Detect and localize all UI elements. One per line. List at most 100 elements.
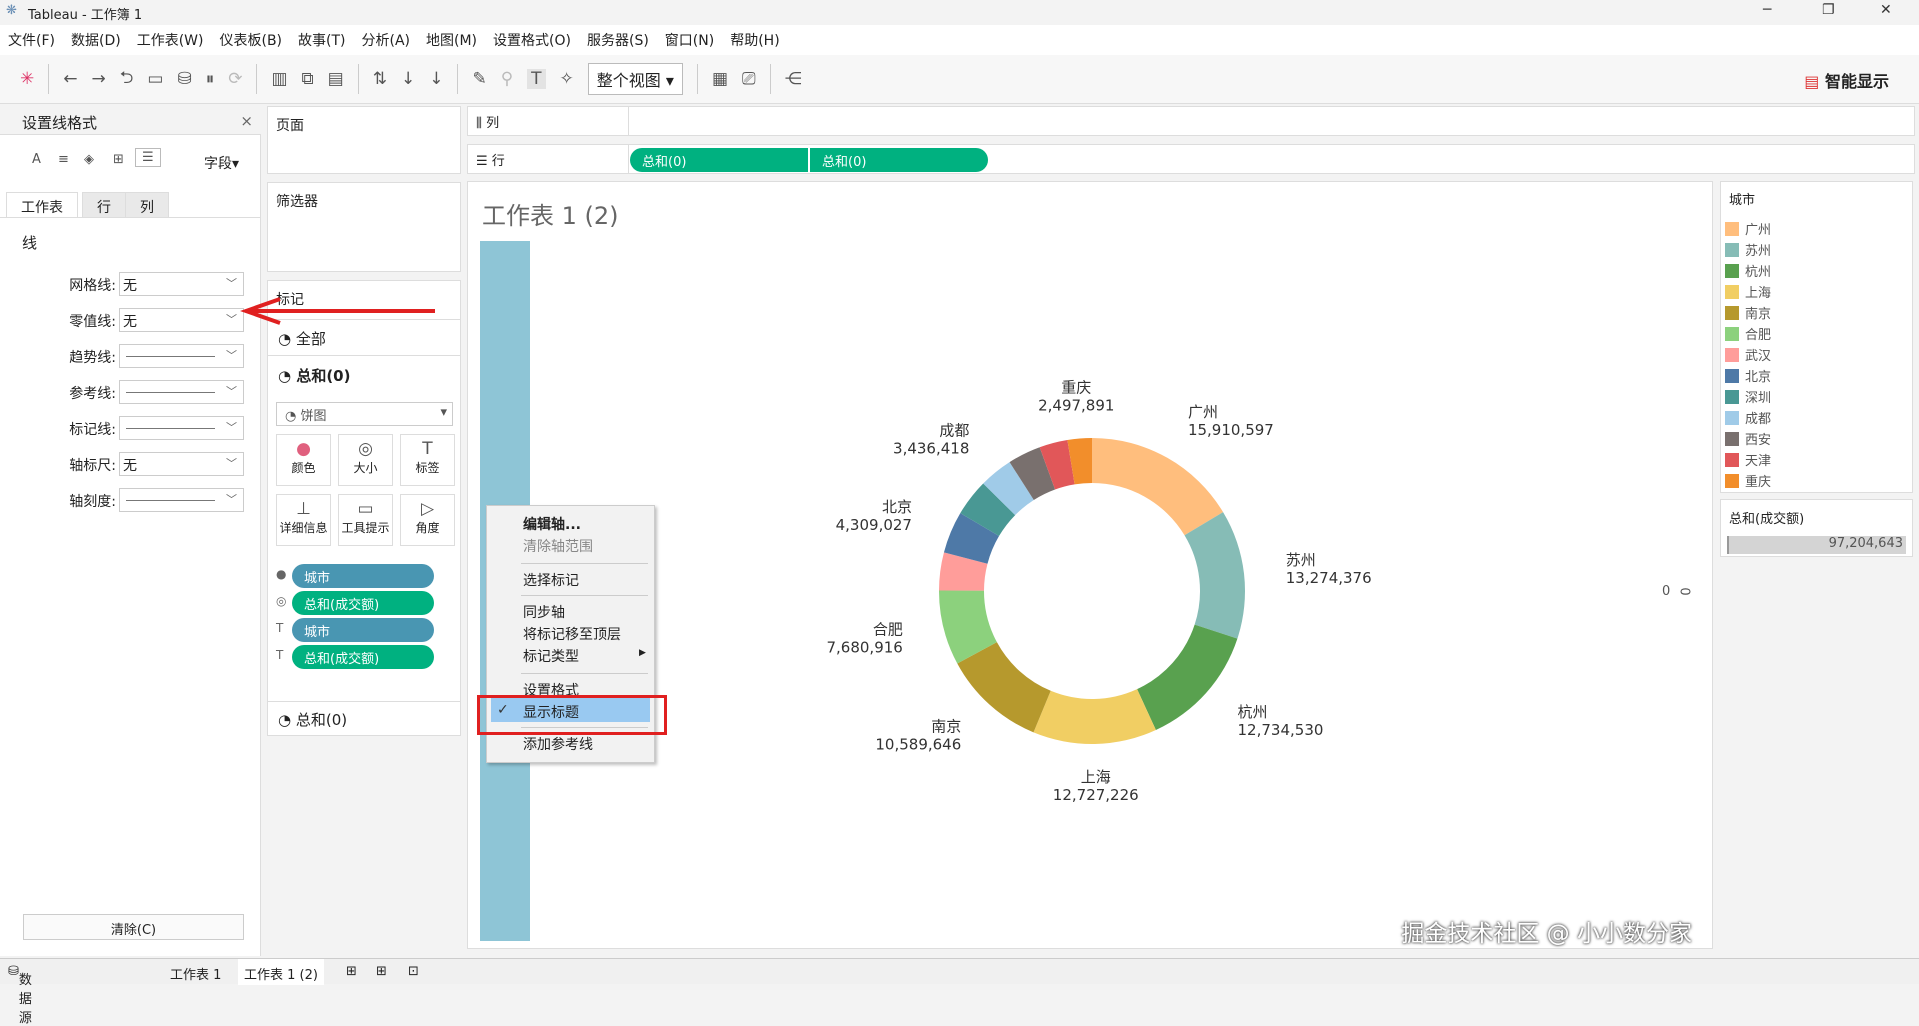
refresh-icon[interactable]: ⟳: [228, 69, 242, 89]
mark-pill[interactable]: 城市: [292, 564, 434, 588]
new-dashboard-icon[interactable]: ⊞: [376, 964, 387, 979]
legend-item[interactable]: 合肥: [1725, 324, 1771, 343]
drop-lines-dropdown[interactable]: ﹀: [119, 416, 244, 440]
pin-icon[interactable]: ✧: [560, 69, 574, 89]
marks-sum0-second[interactable]: ◔ 总和(0): [268, 701, 460, 735]
show-cards-icon[interactable]: ▦: [712, 69, 728, 89]
fit-select[interactable]: 整个视图 ▾: [587, 63, 683, 95]
format-lines-icon[interactable]: ☰: [135, 148, 161, 167]
legend-item[interactable]: 上海: [1725, 282, 1771, 301]
close-button[interactable]: ✕: [1880, 2, 1892, 18]
clear-sheet-icon[interactable]: ▤: [328, 69, 344, 89]
filters-shelf[interactable]: 筛选器: [267, 182, 461, 272]
menu-worksheet[interactable]: 工作表(W): [129, 30, 212, 50]
menu-map[interactable]: 地图(M): [418, 30, 485, 50]
pause-icon[interactable]: ⏸: [206, 69, 215, 89]
angle-button[interactable]: ▷ 角度: [400, 494, 455, 546]
redo-icon[interactable]: →: [92, 69, 106, 89]
menu-analysis[interactable]: 分析(A): [354, 30, 419, 50]
menu-item-edit-axis[interactable]: 编辑轴...: [523, 514, 581, 534]
menu-data[interactable]: 数据(D): [63, 30, 129, 50]
detail-button[interactable]: ⊥ 详细信息: [276, 494, 331, 546]
gridlines-dropdown[interactable]: 无 ﹀: [119, 272, 244, 296]
menu-item-move-marks-to-front[interactable]: 将标记移至顶层: [523, 624, 621, 644]
menu-item-select-marks[interactable]: 选择标记: [523, 570, 579, 590]
legend-item[interactable]: 南京: [1725, 303, 1771, 322]
sort-desc-icon[interactable]: ↓: [429, 69, 443, 89]
highlight-icon[interactable]: ✎: [472, 69, 486, 89]
size-button[interactable]: ◎ 大小: [338, 434, 393, 486]
menu-help[interactable]: 帮助(H): [722, 30, 787, 50]
menu-item-clear-axis-range[interactable]: 清除轴范围: [523, 536, 593, 556]
sheet-tab-2[interactable]: 工作表 1 (2): [238, 959, 324, 985]
tableau-home-icon[interactable]: ✳: [20, 69, 34, 89]
close-panel-button[interactable]: ×: [240, 112, 253, 130]
pages-shelf[interactable]: 页面: [267, 106, 461, 174]
tooltip-button[interactable]: ▭ 工具提示: [338, 494, 393, 546]
donut-slice[interactable]: [1137, 624, 1238, 731]
marks-sum0[interactable]: ◔ 总和(0): [268, 355, 460, 393]
menu-story[interactable]: 故事(T): [290, 30, 353, 50]
format-borders-icon[interactable]: ⊞: [113, 152, 124, 167]
row-pill[interactable]: 总和(0): [810, 148, 988, 172]
axis-ticks-dropdown[interactable]: ﹀: [119, 488, 244, 512]
legend-item[interactable]: 广州: [1725, 219, 1771, 238]
menu-file[interactable]: 文件(F): [0, 30, 63, 50]
group-icon[interactable]: ⚲: [501, 69, 513, 89]
menu-server[interactable]: 服务器(S): [579, 30, 657, 50]
legend-item[interactable]: 杭州: [1725, 261, 1771, 280]
clear-button[interactable]: 清除(C): [23, 914, 244, 940]
legend-item[interactable]: 苏州: [1725, 240, 1771, 259]
color-button[interactable]: ● 颜色: [276, 434, 331, 486]
axis-rulers-dropdown[interactable]: 无 ﹀: [119, 452, 244, 476]
save-icon[interactable]: ▭: [147, 69, 163, 89]
menu-dashboard[interactable]: 仪表板(B): [211, 30, 290, 50]
presentation-icon[interactable]: ⎚: [742, 69, 756, 89]
row-pill[interactable]: 总和(0): [630, 148, 808, 172]
rows-shelf[interactable]: ☰ 行 总和(0) 总和(0): [467, 144, 1915, 174]
menu-item-synchronize-axis[interactable]: 同步轴: [523, 602, 565, 622]
donut-slice[interactable]: [1033, 689, 1156, 744]
new-worksheet-icon[interactable]: ⊞: [346, 964, 357, 979]
legend-item[interactable]: 北京: [1725, 366, 1771, 385]
share-icon[interactable]: ⋲: [785, 69, 802, 89]
fields-dropdown[interactable]: 字段▾: [204, 153, 239, 173]
reference-lines-dropdown[interactable]: ﹀: [119, 380, 244, 404]
sheet-tab-1[interactable]: 工作表 1: [170, 964, 221, 983]
format-shading-icon[interactable]: ◈: [84, 152, 94, 167]
menu-item-add-reference-line[interactable]: 添加参考线: [523, 734, 593, 754]
legend-item[interactable]: 重庆: [1725, 471, 1771, 490]
legend-item[interactable]: 深圳: [1725, 387, 1771, 406]
columns-shelf[interactable]: ⫼ 列: [467, 106, 1915, 136]
donut-slice[interactable]: [1184, 512, 1245, 639]
swap-icon[interactable]: ⇅: [373, 69, 387, 89]
minimize-button[interactable]: ─: [1763, 2, 1771, 18]
new-datasource-icon[interactable]: ⛁: [177, 69, 191, 89]
zero-lines-dropdown[interactable]: 无 ﹀: [119, 308, 244, 332]
datasource-tab[interactable]: ⛁ 数据源: [8, 964, 32, 1026]
replay-icon[interactable]: ⮌: [120, 65, 134, 94]
smart-show-button[interactable]: ▤ 智能显示: [1804, 68, 1889, 92]
mark-pill[interactable]: 总和(成交额): [292, 591, 434, 615]
new-sheet-icon[interactable]: ▥: [271, 69, 287, 89]
new-story-icon[interactable]: ⊡: [408, 964, 419, 979]
show-labels-icon[interactable]: T: [527, 69, 546, 89]
legend-item[interactable]: 武汉: [1725, 345, 1771, 364]
legend-item[interactable]: 西安: [1725, 429, 1771, 448]
tab-columns[interactable]: 列: [125, 192, 169, 218]
undo-icon[interactable]: ←: [63, 69, 77, 89]
donut-slice[interactable]: [1092, 438, 1224, 536]
legend-item[interactable]: 天津: [1725, 450, 1771, 469]
format-font-icon[interactable]: A: [32, 152, 41, 167]
tab-rows[interactable]: 行: [82, 192, 126, 218]
duplicate-sheet-icon[interactable]: ⧉: [302, 69, 314, 89]
mark-type-select[interactable]: ◔ 饼图 ▾: [276, 402, 453, 426]
label-button[interactable]: T 标签: [400, 434, 455, 486]
format-align-icon[interactable]: ≡: [58, 152, 69, 167]
mark-pill[interactable]: 总和(成交额): [292, 645, 434, 669]
legend-item[interactable]: 成都: [1725, 408, 1771, 427]
mark-pill[interactable]: 城市: [292, 618, 434, 642]
menu-item-mark-type[interactable]: 标记类型: [523, 646, 579, 666]
sort-asc-icon[interactable]: ↓: [401, 69, 415, 89]
menu-window[interactable]: 窗口(N): [657, 30, 722, 50]
